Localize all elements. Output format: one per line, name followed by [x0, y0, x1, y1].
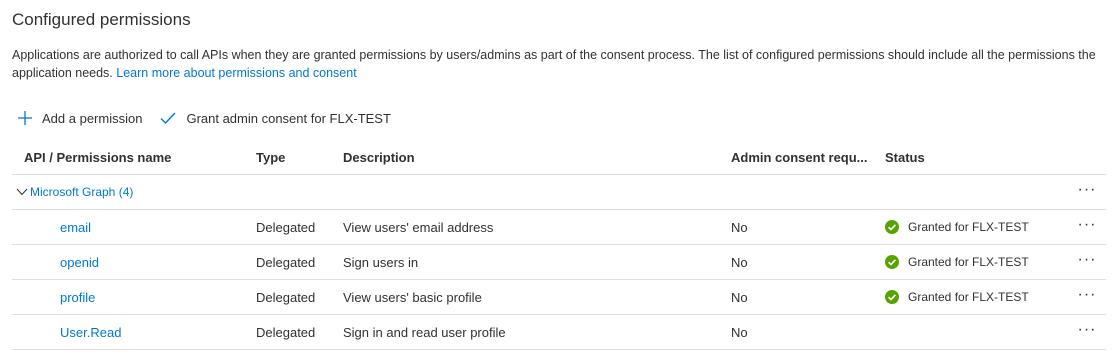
- more-icon: ···: [1077, 321, 1097, 338]
- row-more-button[interactable]: ···: [1076, 245, 1098, 279]
- table-row: profile Delegated View users' basic prof…: [12, 280, 1106, 315]
- plus-icon: [18, 111, 32, 125]
- row-more-button[interactable]: ···: [1076, 315, 1098, 349]
- group-more-button[interactable]: ···: [1076, 175, 1098, 209]
- section-description: Applications are authorized to call APIs…: [12, 46, 1107, 82]
- header-type[interactable]: Type: [256, 140, 285, 174]
- header-name[interactable]: API / Permissions name: [24, 140, 171, 174]
- more-icon: ···: [1077, 181, 1097, 198]
- grant-admin-consent-button[interactable]: Grant admin consent for FLX-TEST: [160, 110, 391, 126]
- more-icon: ···: [1077, 251, 1097, 268]
- permission-type: Delegated: [256, 289, 316, 305]
- permission-name-link[interactable]: profile: [60, 280, 95, 314]
- status-cell: Granted for FLX-TEST: [885, 245, 1029, 279]
- granted-check-icon: [885, 220, 899, 234]
- header-admin-consent[interactable]: Admin consent requ...: [731, 140, 868, 174]
- status-cell: Granted for FLX-TEST: [885, 210, 1029, 244]
- admin-consent-value: No: [731, 219, 748, 235]
- group-row-microsoft-graph: Microsoft Graph (4) ···: [12, 175, 1106, 210]
- status-text: Granted for FLX-TEST: [908, 290, 1029, 304]
- granted-check-icon: [885, 290, 899, 304]
- admin-consent-value: No: [731, 289, 748, 305]
- table-row: email Delegated View users' email addres…: [12, 210, 1106, 245]
- permission-description: Sign users in: [343, 254, 419, 270]
- admin-consent-value: No: [731, 324, 748, 340]
- table-row: openid Delegated Sign users in No Grante…: [12, 245, 1106, 280]
- permission-type: Delegated: [256, 324, 316, 340]
- header-status[interactable]: Status: [885, 140, 925, 174]
- chevron-down-icon: [16, 188, 28, 196]
- add-permission-label: Add a permission: [42, 110, 143, 126]
- permission-description: Sign in and read user profile: [343, 324, 506, 340]
- more-icon: ···: [1077, 286, 1097, 303]
- status-text: Granted for FLX-TEST: [908, 220, 1029, 234]
- table-header: API / Permissions name Type Description …: [12, 140, 1106, 175]
- permission-description: View users' basic profile: [343, 289, 482, 305]
- permission-name-link[interactable]: User.Read: [60, 315, 121, 349]
- permission-type: Delegated: [256, 219, 316, 235]
- permission-name-link[interactable]: openid: [60, 245, 99, 279]
- header-description[interactable]: Description: [343, 140, 415, 174]
- checkmark-icon: [160, 112, 176, 124]
- toolbar: Add a permission Grant admin consent for…: [18, 108, 391, 128]
- learn-more-link[interactable]: Learn more about permissions and consent: [116, 66, 356, 80]
- status-badge: Granted for FLX-TEST: [885, 290, 1029, 304]
- more-icon: ···: [1077, 216, 1097, 233]
- add-permission-button[interactable]: Add a permission: [18, 111, 142, 126]
- group-label: Microsoft Graph (4): [30, 185, 134, 199]
- grant-admin-consent-label: Grant admin consent for FLX-TEST: [186, 110, 391, 126]
- row-more-button[interactable]: ···: [1076, 280, 1098, 314]
- group-toggle[interactable]: Microsoft Graph (4): [16, 175, 133, 209]
- granted-check-icon: [885, 255, 899, 269]
- row-more-button[interactable]: ···: [1076, 210, 1098, 244]
- status-badge: Granted for FLX-TEST: [885, 220, 1029, 234]
- permission-description: View users' email address: [343, 219, 494, 235]
- status-cell: Granted for FLX-TEST: [885, 280, 1029, 314]
- permission-type: Delegated: [256, 254, 316, 270]
- status-badge: Granted for FLX-TEST: [885, 255, 1029, 269]
- section-title: Configured permissions: [12, 10, 191, 29]
- table-row: User.Read Delegated Sign in and read use…: [12, 315, 1106, 350]
- status-text: Granted for FLX-TEST: [908, 255, 1029, 269]
- admin-consent-value: No: [731, 254, 748, 270]
- permission-name-link[interactable]: email: [60, 210, 91, 244]
